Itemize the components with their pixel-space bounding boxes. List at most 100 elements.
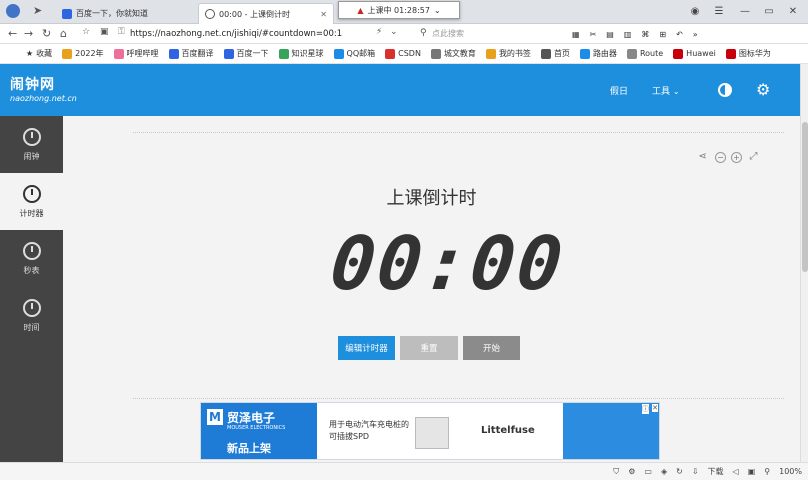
- shield-icon[interactable]: ⛉: [613, 467, 619, 477]
- home-icon[interactable]: ⌂: [60, 27, 67, 40]
- download-label[interactable]: 下载: [708, 466, 724, 477]
- dropdown-icon[interactable]: ⌄: [390, 27, 398, 37]
- clock-icon: [205, 9, 215, 19]
- settings-gear-icon[interactable]: ⚙: [756, 80, 770, 99]
- bookmark-item[interactable]: 2022年: [62, 48, 104, 59]
- sidebar-item-timer[interactable]: 计时器: [0, 173, 63, 230]
- ad-brand: 贸泽电子: [227, 411, 276, 425]
- timer-icon: [22, 184, 41, 203]
- bilibili-icon: [113, 48, 124, 59]
- navigate-icon[interactable]: ➤: [33, 4, 42, 17]
- tab-label: 百度一下，你就知道: [76, 9, 148, 18]
- cast-icon[interactable]: ▭: [644, 467, 652, 476]
- forward-icon[interactable]: →: [24, 27, 33, 40]
- browser-status-bar: ⛉ ⚙ ▭ ◈ ↻ ⇩ 下载 ◁ ▣ ⚲ 100%: [0, 462, 808, 480]
- bookmark-item[interactable]: 我的书签: [485, 48, 531, 59]
- qq-mail-icon: [333, 48, 344, 59]
- maximize-icon[interactable]: ▭: [758, 0, 780, 22]
- tab-close-icon[interactable]: ✕: [320, 10, 327, 19]
- sync-icon[interactable]: ↻: [676, 467, 683, 476]
- translate-icon[interactable]: ⌘: [641, 30, 649, 39]
- tab-baidu[interactable]: 百度一下，你就知道: [56, 3, 196, 24]
- notes-icon[interactable]: ▥: [624, 30, 632, 39]
- alarm-clock-icon: [22, 127, 41, 146]
- apps-icon[interactable]: ⊞: [659, 30, 666, 39]
- sidebar-item-label: 计时器: [19, 208, 44, 218]
- url-input[interactable]: https://naozhong.net.cn/jishiqi/#countdo…: [130, 27, 368, 41]
- share-icon[interactable]: ⋖: [697, 152, 708, 163]
- browser-logo-icon[interactable]: [6, 4, 20, 18]
- bookmark-item[interactable]: Route: [626, 48, 663, 59]
- browser-tab-bar: ➤ 百度一下，你就知道 00:00 - 上课倒计时 ✕ ▲ 上课中 01:28:…: [0, 0, 808, 24]
- sidebar-item-label: 闹钟: [23, 151, 40, 161]
- mouser-logo-icon: M: [207, 409, 223, 425]
- tools-menu[interactable]: 工具 ⌄: [652, 84, 680, 97]
- page-icon: [540, 48, 551, 59]
- sidebar-item-stopwatch[interactable]: 秒表: [0, 230, 63, 287]
- profile-icon[interactable]: ◉: [684, 0, 706, 22]
- star-icon[interactable]: ☆: [82, 27, 90, 37]
- zoom-level[interactable]: 100%: [779, 467, 802, 476]
- bookmark-item[interactable]: 图标华为: [725, 48, 771, 59]
- menu-icon[interactable]: ☰: [708, 0, 730, 22]
- scrollbar-thumb[interactable]: [802, 122, 808, 272]
- save-page-icon[interactable]: ▣: [100, 27, 109, 37]
- bookmark-item[interactable]: CSDN: [385, 48, 421, 59]
- holiday-link[interactable]: 假日: [610, 84, 628, 97]
- screenshot-icon[interactable]: ▦: [572, 30, 580, 39]
- bookmark-item[interactable]: 知识星球: [278, 48, 324, 59]
- bookmark-label: 知识星球: [291, 49, 324, 58]
- search-input[interactable]: 点此搜索: [432, 27, 582, 41]
- scrollbar[interactable]: [800, 64, 808, 462]
- zoom-icon[interactable]: ⚲: [764, 467, 770, 476]
- game-icon[interactable]: ◈: [661, 467, 667, 476]
- zoom-out-icon[interactable]: −: [715, 152, 726, 163]
- close-window-icon[interactable]: ✕: [782, 0, 804, 22]
- sidebar-item-label: 时间: [23, 322, 40, 332]
- minimize-icon[interactable]: —: [734, 0, 756, 22]
- sidebar-item-alarm[interactable]: 闹钟: [0, 116, 63, 173]
- reset-button[interactable]: 重置: [400, 336, 458, 360]
- ad-close-icon[interactable]: ✕: [652, 404, 658, 412]
- site-logo[interactable]: 闹钟网: [10, 74, 55, 94]
- bookmark-item[interactable]: ★ 收藏: [26, 48, 52, 59]
- undo-icon[interactable]: ↶: [676, 30, 683, 39]
- sidebar-item-time[interactable]: 时间: [0, 287, 63, 344]
- page-icon: [626, 48, 637, 59]
- extensions-icon[interactable]: »: [693, 30, 698, 39]
- scissors-icon[interactable]: ✂: [590, 30, 597, 39]
- bookmark-label: QQ邮箱: [346, 49, 376, 58]
- edit-timer-button[interactable]: 编辑计时器: [338, 336, 395, 360]
- tab-countdown[interactable]: 00:00 - 上课倒计时 ✕: [198, 3, 334, 24]
- bookmark-item[interactable]: Huawei: [673, 48, 716, 59]
- ad-brand-panel: M 贸泽电子 MOUSER ELECTRONICS 新品上架: [201, 403, 317, 459]
- grid-icon[interactable]: ▤: [606, 30, 614, 39]
- screen-icon[interactable]: ▣: [748, 467, 756, 476]
- zoom-in-icon[interactable]: +: [731, 152, 742, 163]
- bookmark-label: 收藏: [36, 49, 53, 58]
- site-domain: naozhong.net.cn: [10, 94, 77, 103]
- folder-icon: [485, 48, 496, 59]
- start-button[interactable]: 开始: [463, 336, 520, 360]
- bookmark-item[interactable]: 百度一下: [223, 48, 269, 59]
- bookmark-item[interactable]: 呼哩哔哩: [113, 48, 159, 59]
- advertisement-banner[interactable]: M 贸泽电子 MOUSER ELECTRONICS 新品上架 用于电动汽车充电桩…: [200, 402, 660, 460]
- sidebar-item-label: 秒表: [23, 265, 40, 275]
- volume-icon[interactable]: ◁: [733, 467, 739, 476]
- bookmark-item[interactable]: 首页: [540, 48, 570, 59]
- settings-icon[interactable]: ⚙: [628, 467, 635, 476]
- lightning-icon[interactable]: ⚡: [376, 27, 382, 37]
- clock-popup[interactable]: ▲ 上课中 01:28:57 ⌄: [338, 1, 460, 19]
- bookmark-item[interactable]: 百度翻译: [168, 48, 214, 59]
- bookmark-item[interactable]: 路由器: [579, 48, 617, 59]
- back-icon[interactable]: ←: [8, 27, 17, 40]
- theme-toggle-icon[interactable]: [718, 83, 732, 97]
- chevron-down-icon: ⌄: [433, 5, 441, 15]
- bookmark-item[interactable]: 城文教育: [430, 48, 476, 59]
- bookmark-item[interactable]: QQ邮箱: [333, 48, 376, 59]
- reload-icon[interactable]: ↻: [42, 27, 51, 40]
- ad-info-icon[interactable]: ⓘ: [642, 404, 649, 414]
- download-icon[interactable]: ⇩: [692, 467, 699, 476]
- fullscreen-icon[interactable]: ⤢: [748, 152, 759, 163]
- router-icon: [579, 48, 590, 59]
